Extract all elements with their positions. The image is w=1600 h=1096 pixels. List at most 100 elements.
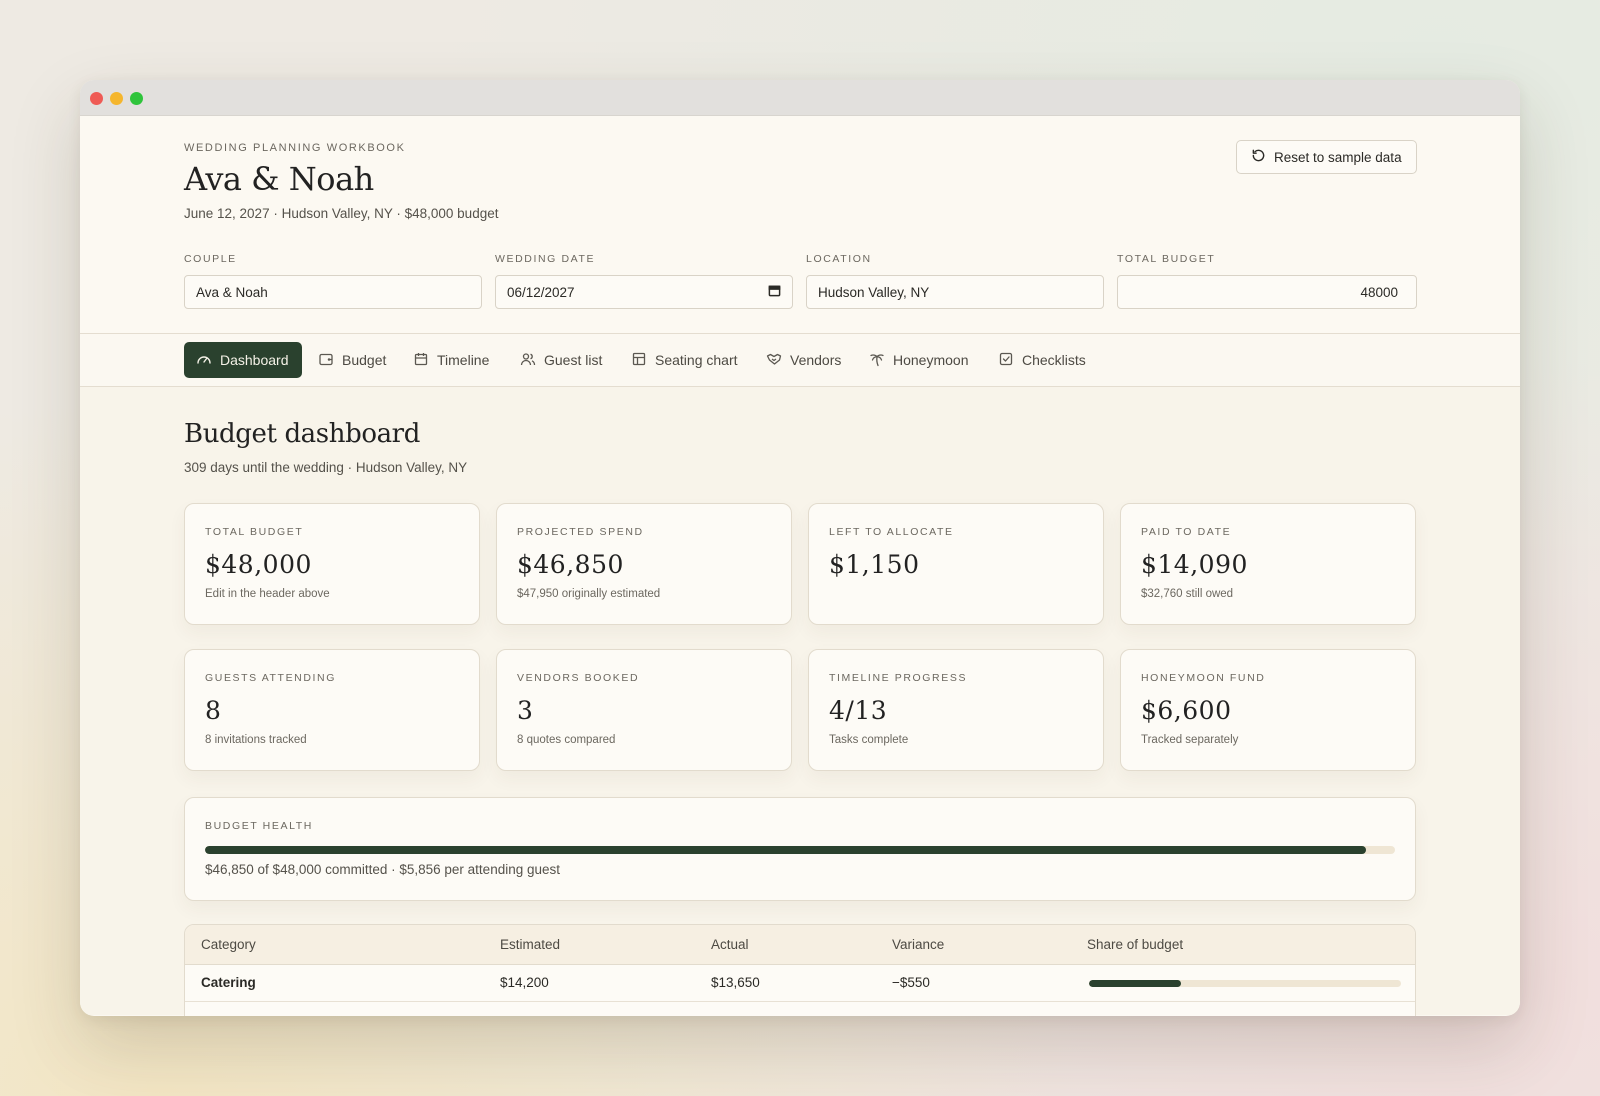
stat-card-timeline-progress: TIMELINE PROGRESS 4/13 Tasks complete [808,649,1104,771]
table-header: Category Estimated Actual Variance Share… [185,925,1415,965]
budget-health-label: BUDGET HEALTH [205,820,313,832]
table-row[interactable]: Catering $14,200 $13,650 −$550 [185,965,1415,1002]
table-icon [631,351,647,370]
tab-label: Budget [342,352,387,368]
stat-value: 4/13 [829,696,888,725]
reset-button[interactable]: Reset to sample data [1236,140,1417,174]
column-header-share: Share of budget [1087,937,1184,952]
cell-estimated: $14,200 [500,975,549,990]
stat-card-paid-to-date: PAID TO DATE $14,090 $32,760 still owed [1120,503,1416,625]
share-bar-fill [1089,980,1182,987]
tab-honeymoon[interactable]: Honeymoon [857,342,981,378]
calendar-picker-icon[interactable] [768,284,781,300]
stat-value: $14,090 [1141,550,1248,579]
cell-variance: −$550 [892,975,930,990]
column-header-actual: Actual [711,937,749,952]
budget-health-bar [205,846,1395,854]
stat-note: Tracked separately [1141,734,1239,746]
tab-label: Vendors [790,352,842,368]
zoom-window-button[interactable] [130,92,143,105]
tab-guest-list[interactable]: Guest list [508,342,614,378]
stat-label: VENDORS BOOKED [517,672,640,684]
page-subtitle: June 12, 2027 · Hudson Valley, NY · $48,… [184,206,499,221]
stat-note: 8 quotes compared [517,734,616,746]
reset-icon [1251,148,1266,166]
couple-input-value: Ava & Noah [196,284,268,300]
page-title: Ava & Noah [184,160,374,198]
location-input[interactable]: Hudson Valley, NY [806,275,1104,309]
stat-value: 8 [205,696,222,725]
budget-health-bar-fill [205,846,1367,854]
stat-value: $46,850 [517,550,624,579]
tab-budget[interactable]: Budget [306,342,398,378]
tab-label: Honeymoon [893,352,969,368]
close-window-button[interactable] [90,92,103,105]
column-header-estimated: Estimated [500,937,561,952]
stat-note: $47,950 originally estimated [517,588,661,600]
column-header-variance: Variance [892,937,945,952]
palm-tree-icon [869,351,885,370]
stat-value: 3 [517,696,534,725]
stat-value: $1,150 [829,550,920,579]
stat-note: $32,760 still owed [1141,588,1234,600]
stat-card-vendors-booked: VENDORS BOOKED 3 8 quotes compared [496,649,792,771]
gauge-icon [196,351,212,370]
stat-note: Tasks complete [829,734,909,746]
eyebrow-label: WEDDING PLANNING WORKBOOK [184,142,406,154]
tab-timeline[interactable]: Timeline [401,342,501,378]
stat-label: TOTAL BUDGET [205,526,304,538]
tab-label: Dashboard [220,352,289,368]
dashboard-panel: Budget dashboard 309 days until the wedd… [80,387,1520,1016]
stat-label: TIMELINE PROGRESS [829,672,968,684]
share-bar [1089,980,1401,987]
tab-vendors[interactable]: Vendors [754,342,853,378]
total-budget-input-value: 48000 [1360,284,1398,300]
reset-button-label: Reset to sample data [1274,149,1402,165]
table-row[interactable] [185,1002,1415,1016]
stat-label: PAID TO DATE [1141,526,1232,538]
location-input-value: Hudson Valley, NY [818,284,930,300]
app-window: WEDDING PLANNING WORKBOOK Ava & Noah Jun… [80,80,1520,1016]
budget-category-table: Category Estimated Actual Variance Share… [184,924,1416,1016]
tab-label: Guest list [544,352,603,368]
stat-card-honeymoon-fund: HONEYMOON FUND $6,600 Tracked separately [1120,649,1416,771]
stat-note: 8 invitations tracked [205,734,307,746]
stat-label: HONEYMOON FUND [1141,672,1266,684]
cell-actual: $13,650 [711,975,760,990]
stat-note: Edit in the header above [205,588,330,600]
title-bar [80,80,1520,116]
wedding-date-value: 06/12/2027 [507,284,575,300]
checkbox-icon [998,351,1014,370]
stat-card-total-budget: TOTAL BUDGET $48,000 Edit in the header … [184,503,480,625]
column-header-category: Category [201,937,256,952]
tab-label: Checklists [1022,352,1086,368]
stat-label: PROJECTED SPEND [517,526,644,538]
tab-checklists[interactable]: Checklists [986,342,1098,378]
wallet-icon [318,351,334,370]
stat-value: $48,000 [205,550,312,579]
tab-bar: Dashboard Budget Timeline Guest list Sea… [80,334,1520,387]
couple-input[interactable]: Ava & Noah [184,275,482,309]
tab-label: Timeline [437,352,490,368]
tab-label: Seating chart [655,352,738,368]
total-budget-label: TOTAL BUDGET [1117,253,1216,265]
tab-seating-chart[interactable]: Seating chart [619,342,750,378]
stat-label: LEFT TO ALLOCATE [829,526,954,538]
calendar-icon [413,351,429,370]
workbook-header: WEDDING PLANNING WORKBOOK Ava & Noah Jun… [80,116,1520,334]
location-label: LOCATION [806,253,872,265]
tab-dashboard[interactable]: Dashboard [184,342,302,378]
minimize-window-button[interactable] [110,92,123,105]
cell-category: Catering [201,975,256,990]
couple-label: COUPLE [184,253,237,265]
budget-health-card: BUDGET HEALTH $46,850 of $48,000 committ… [184,797,1416,901]
stat-value: $6,600 [1141,696,1232,725]
stat-card-projected-spend: PROJECTED SPEND $46,850 $47,950 original… [496,503,792,625]
stat-card-left-to-allocate: LEFT TO ALLOCATE $1,150 [808,503,1104,625]
stat-label: GUESTS ATTENDING [205,672,336,684]
total-budget-input[interactable]: 48000 [1117,275,1417,309]
users-icon [520,351,536,370]
wedding-date-input[interactable]: 06/12/2027 [495,275,793,309]
stat-card-guests-attending: GUESTS ATTENDING 8 8 invitations tracked [184,649,480,771]
section-subtitle: 309 days until the wedding · Hudson Vall… [184,460,468,475]
